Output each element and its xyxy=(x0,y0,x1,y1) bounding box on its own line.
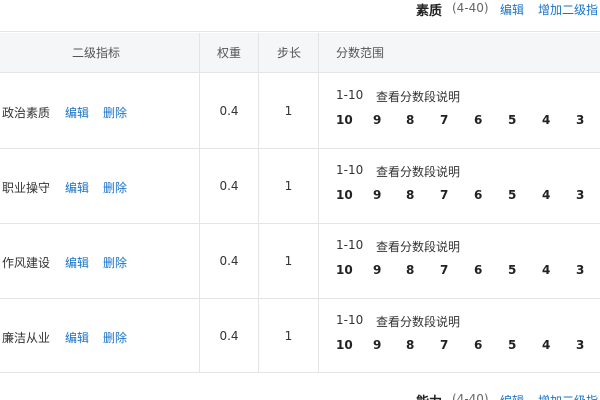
table-row: 作风建设 编辑 删除 0.4 1 1-10 查看分数段说明 10 9 8 7 6… xyxy=(0,224,600,299)
section-title: 能力 xyxy=(416,391,442,400)
table-row: 职业操守 编辑 删除 0.4 1 1-10 查看分数段说明 10 9 8 7 6… xyxy=(0,149,600,224)
score-option[interactable]: 6 xyxy=(474,338,482,352)
score-option[interactable]: 4 xyxy=(542,263,550,277)
score-range-value: 1-10 xyxy=(336,88,364,102)
score-range-value: 1-10 xyxy=(336,313,364,327)
section-range: (4-40) xyxy=(452,392,489,400)
score-option[interactable]: 7 xyxy=(440,188,448,202)
score-option[interactable]: 8 xyxy=(406,263,414,277)
score-option[interactable]: 4 xyxy=(542,338,550,352)
edit-indicator-button[interactable]: 编辑 xyxy=(65,104,89,121)
table-header: 二级指标 权重 步长 分数范围 xyxy=(0,33,600,73)
score-option[interactable]: 10 xyxy=(336,113,353,127)
score-option[interactable]: 7 xyxy=(440,338,448,352)
step-value: 1 xyxy=(284,329,293,343)
score-option[interactable]: 9 xyxy=(373,263,381,277)
edit-section-button[interactable]: 编辑 xyxy=(500,392,524,400)
edit-section-button[interactable]: 编辑 xyxy=(500,1,524,18)
score-option[interactable]: 5 xyxy=(508,263,516,277)
weight-value: 0.4 xyxy=(219,254,239,268)
score-option[interactable]: 3 xyxy=(576,113,584,127)
score-option[interactable]: 10 xyxy=(336,338,353,352)
indicator-name: 职业操守 xyxy=(2,181,51,195)
indicator-name: 政治素质 xyxy=(2,106,51,120)
section-range: (4-40) xyxy=(452,1,489,15)
delete-indicator-button[interactable]: 删除 xyxy=(103,329,127,346)
delete-indicator-button[interactable]: 删除 xyxy=(103,254,127,271)
view-score-explanation-link[interactable]: 查看分数段说明 xyxy=(376,88,460,105)
score-option[interactable]: 8 xyxy=(406,113,414,127)
column-header-weight: 权重 xyxy=(217,46,242,60)
step-value: 1 xyxy=(284,254,293,268)
score-option[interactable]: 3 xyxy=(576,188,584,202)
score-option[interactable]: 9 xyxy=(373,338,381,352)
score-option[interactable]: 9 xyxy=(373,113,381,127)
score-option[interactable]: 7 xyxy=(440,113,448,127)
table-row: 廉洁从业 编辑 删除 0.4 1 1-10 查看分数段说明 10 9 8 7 6… xyxy=(0,299,600,372)
add-indicator-button[interactable]: 增加二级指 xyxy=(538,1,598,18)
add-indicator-button[interactable]: 增加二级指 xyxy=(538,392,598,400)
score-option[interactable]: 6 xyxy=(474,188,482,202)
score-option[interactable]: 8 xyxy=(406,188,414,202)
view-score-explanation-link[interactable]: 查看分数段说明 xyxy=(376,313,460,330)
score-option[interactable]: 3 xyxy=(576,338,584,352)
edit-indicator-button[interactable]: 编辑 xyxy=(65,179,89,196)
score-option[interactable]: 3 xyxy=(576,263,584,277)
step-value: 1 xyxy=(284,179,293,193)
section-header-ability: 能力 (4-40) 编辑 增加二级指 xyxy=(0,372,600,400)
score-option[interactable]: 7 xyxy=(440,263,448,277)
score-option[interactable]: 5 xyxy=(508,188,516,202)
score-option[interactable]: 10 xyxy=(336,263,353,277)
weight-value: 0.4 xyxy=(219,329,239,343)
score-option[interactable]: 5 xyxy=(508,113,516,127)
score-range-value: 1-10 xyxy=(336,238,364,252)
step-value: 1 xyxy=(284,104,293,118)
score-option[interactable]: 4 xyxy=(542,188,550,202)
indicator-name: 廉洁从业 xyxy=(2,331,51,345)
score-option[interactable]: 10 xyxy=(336,188,353,202)
view-score-explanation-link[interactable]: 查看分数段说明 xyxy=(376,163,460,180)
score-range-value: 1-10 xyxy=(336,163,364,177)
weight-value: 0.4 xyxy=(219,104,239,118)
section-title: 素质 xyxy=(416,4,443,19)
score-option[interactable]: 8 xyxy=(406,338,414,352)
score-option[interactable]: 9 xyxy=(373,188,381,202)
delete-indicator-button[interactable]: 删除 xyxy=(103,179,127,196)
view-score-explanation-link[interactable]: 查看分数段说明 xyxy=(376,238,460,255)
indicator-name: 作风建设 xyxy=(2,256,51,270)
column-header-score-range: 分数范围 xyxy=(336,46,385,60)
score-option[interactable]: 4 xyxy=(542,113,550,127)
column-header-step: 步长 xyxy=(277,46,302,60)
score-option[interactable]: 6 xyxy=(474,113,482,127)
edit-indicator-button[interactable]: 编辑 xyxy=(65,329,89,346)
edit-indicator-button[interactable]: 编辑 xyxy=(65,254,89,271)
section-header-quality: 素质 (4-40) 编辑 增加二级指 xyxy=(0,0,600,32)
delete-indicator-button[interactable]: 删除 xyxy=(103,104,127,121)
column-header-indicator: 二级指标 xyxy=(72,46,121,60)
weight-value: 0.4 xyxy=(219,179,239,193)
score-option[interactable]: 6 xyxy=(474,263,482,277)
table-row: 政治素质 编辑 删除 0.4 1 1-10 查看分数段说明 10 9 8 7 6… xyxy=(0,74,600,149)
score-option[interactable]: 5 xyxy=(508,338,516,352)
